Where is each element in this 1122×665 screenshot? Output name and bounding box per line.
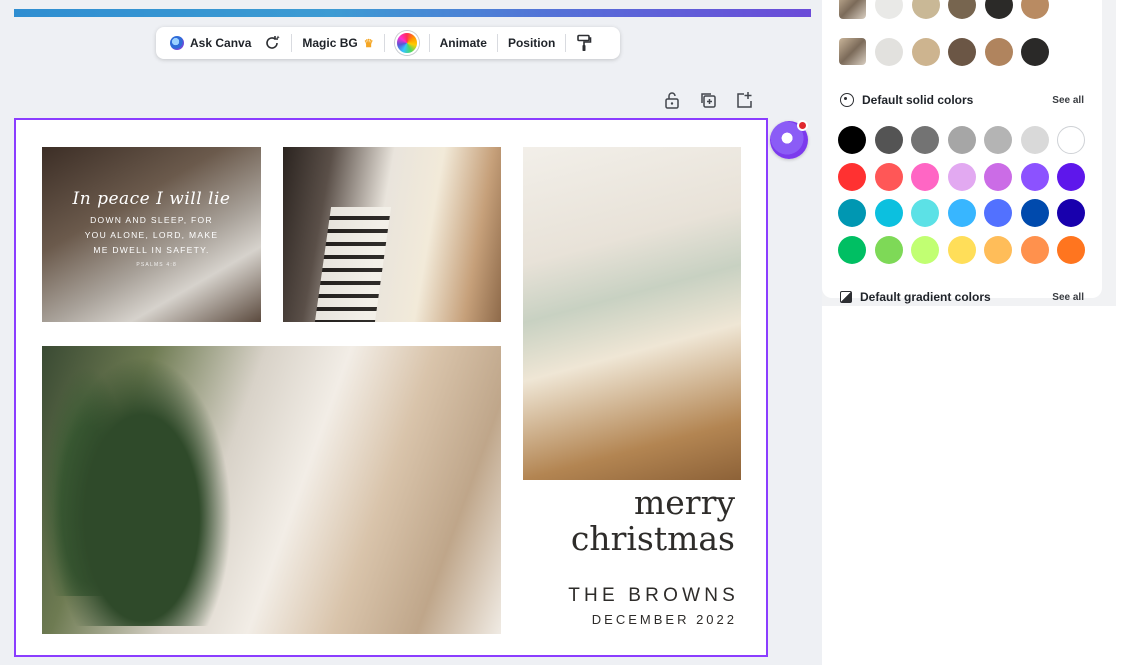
color-wheel-icon <box>394 31 419 55</box>
greeting-line: christmas <box>570 519 735 558</box>
color-swatch[interactable] <box>947 235 976 264</box>
toolbar-divider <box>291 34 293 52</box>
color-swatch[interactable] <box>1020 126 1049 154</box>
color-swatch[interactable] <box>947 126 976 154</box>
copy-style-button[interactable] <box>570 27 598 59</box>
color-swatch[interactable] <box>874 126 903 154</box>
quote-reference: PSALMS 4:8 <box>136 262 177 268</box>
color-swatch[interactable] <box>875 0 903 19</box>
color-swatch[interactable] <box>984 162 1012 191</box>
color-swatch[interactable] <box>984 126 1012 154</box>
design-page[interactable]: In peace I will lie DOWN AND SLEEP, FOR … <box>14 118 768 657</box>
ask-canva-button[interactable]: Ask Canva <box>164 27 257 59</box>
paint-roller-icon <box>577 34 592 51</box>
color-swatch[interactable] <box>875 38 903 66</box>
quote-line: ME DWELL IN SAFETY. <box>93 245 210 255</box>
color-swatch[interactable] <box>1020 199 1049 227</box>
color-panel: Default solid colors See all Default gra… <box>822 0 1116 306</box>
color-swatch[interactable] <box>874 199 903 227</box>
photo-thumbnail[interactable] <box>839 38 866 65</box>
color-button[interactable] <box>389 27 425 59</box>
sparkle-refresh-icon <box>266 35 281 49</box>
family-living-room-photo[interactable] <box>523 147 741 480</box>
tree-shape <box>52 356 232 626</box>
family-christmas-tree-photo[interactable] <box>42 346 501 634</box>
animate-button[interactable]: Animate <box>434 27 493 59</box>
color-swatch[interactable] <box>874 235 903 264</box>
add-page-icon[interactable] <box>735 91 753 109</box>
previous-page-edge <box>14 9 811 17</box>
color-swatch[interactable] <box>1057 162 1085 191</box>
context-toolbar: Ask Canva Magic BG ♛ Animate Position <box>156 27 620 59</box>
quote-line: YOU ALONE, LORD, MAKE <box>84 230 219 240</box>
date-text[interactable]: DECEMBER 2022 <box>523 612 737 627</box>
color-swatch[interactable] <box>947 199 976 227</box>
color-swatch[interactable] <box>1020 162 1049 191</box>
color-panel-content: Default solid colors See all Default gra… <box>822 0 1102 304</box>
color-swatch[interactable] <box>1020 235 1049 264</box>
magic-bg-label: Magic BG <box>302 36 358 50</box>
page-actions <box>663 91 753 109</box>
ask-canva-label: Ask Canva <box>190 36 252 50</box>
piano-keys <box>314 207 392 322</box>
color-swatch[interactable] <box>1057 235 1085 264</box>
color-swatch[interactable] <box>947 162 976 191</box>
photo-thumbnail[interactable] <box>839 0 866 19</box>
color-swatch[interactable] <box>911 235 939 264</box>
color-swatch[interactable] <box>911 38 940 66</box>
color-swatch[interactable] <box>874 162 903 191</box>
toolbar-divider <box>428 34 430 52</box>
gradient-icon <box>840 291 852 303</box>
color-swatch[interactable] <box>948 0 976 19</box>
quote-title: In peace I will lie <box>72 189 231 209</box>
editor-canvas-area: Ask Canva Magic BG ♛ Animate Position In… <box>0 0 822 665</box>
color-swatch[interactable] <box>838 199 866 227</box>
color-swatch[interactable] <box>948 38 976 66</box>
piano-photo[interactable] <box>283 147 501 322</box>
family-name-text[interactable]: THE BROWNS <box>523 585 739 607</box>
greeting-line: merry <box>633 483 735 522</box>
color-swatch[interactable] <box>838 162 866 191</box>
color-swatch[interactable] <box>911 126 939 154</box>
color-swatch[interactable] <box>838 235 866 264</box>
regenerate-button[interactable] <box>257 27 287 59</box>
color-swatch[interactable] <box>838 126 866 154</box>
see-all-link[interactable]: See all <box>1052 95 1084 106</box>
color-swatch[interactable] <box>984 199 1012 227</box>
default-gradient-colors-header: Default gradient colors <box>840 290 991 304</box>
animate-label: Animate <box>439 36 487 50</box>
color-swatch[interactable] <box>1057 126 1085 154</box>
notification-badge <box>797 120 808 131</box>
color-swatch[interactable] <box>1057 199 1085 227</box>
palette-icon <box>840 93 854 107</box>
position-button[interactable]: Position <box>502 27 561 59</box>
toolbar-divider <box>383 34 385 52</box>
toolbar-divider <box>496 34 498 52</box>
quote-line: DOWN AND SLEEP, FOR <box>90 215 213 225</box>
color-swatch[interactable] <box>984 235 1012 264</box>
ask-canva-icon <box>170 36 184 50</box>
greeting-text[interactable]: merry christmas <box>523 485 735 557</box>
toolbar-divider <box>565 34 567 52</box>
section-title: Default gradient colors <box>860 290 991 304</box>
cat-quote-photo[interactable]: In peace I will lie DOWN AND SLEEP, FOR … <box>42 147 261 322</box>
canva-assistant-button[interactable] <box>770 120 808 159</box>
crown-icon: ♛ <box>363 37 374 50</box>
color-swatch[interactable] <box>911 199 939 227</box>
color-swatch[interactable] <box>984 38 1013 66</box>
color-swatch[interactable] <box>1021 0 1049 19</box>
color-swatch[interactable] <box>911 162 939 191</box>
color-swatch[interactable] <box>911 0 940 19</box>
color-swatch[interactable] <box>1021 38 1049 66</box>
scripture-quote: In peace I will lie DOWN AND SLEEP, FOR … <box>42 189 261 268</box>
see-all-link[interactable]: See all <box>1052 292 1084 303</box>
section-title: Default solid colors <box>862 93 974 107</box>
position-label: Position <box>507 36 556 50</box>
default-solid-colors-header: Default solid colors <box>840 93 973 107</box>
color-swatch[interactable] <box>984 0 1013 19</box>
magic-bg-button[interactable]: Magic BG ♛ <box>296 27 379 59</box>
unlock-icon[interactable] <box>663 91 681 109</box>
duplicate-icon[interactable] <box>699 91 717 109</box>
